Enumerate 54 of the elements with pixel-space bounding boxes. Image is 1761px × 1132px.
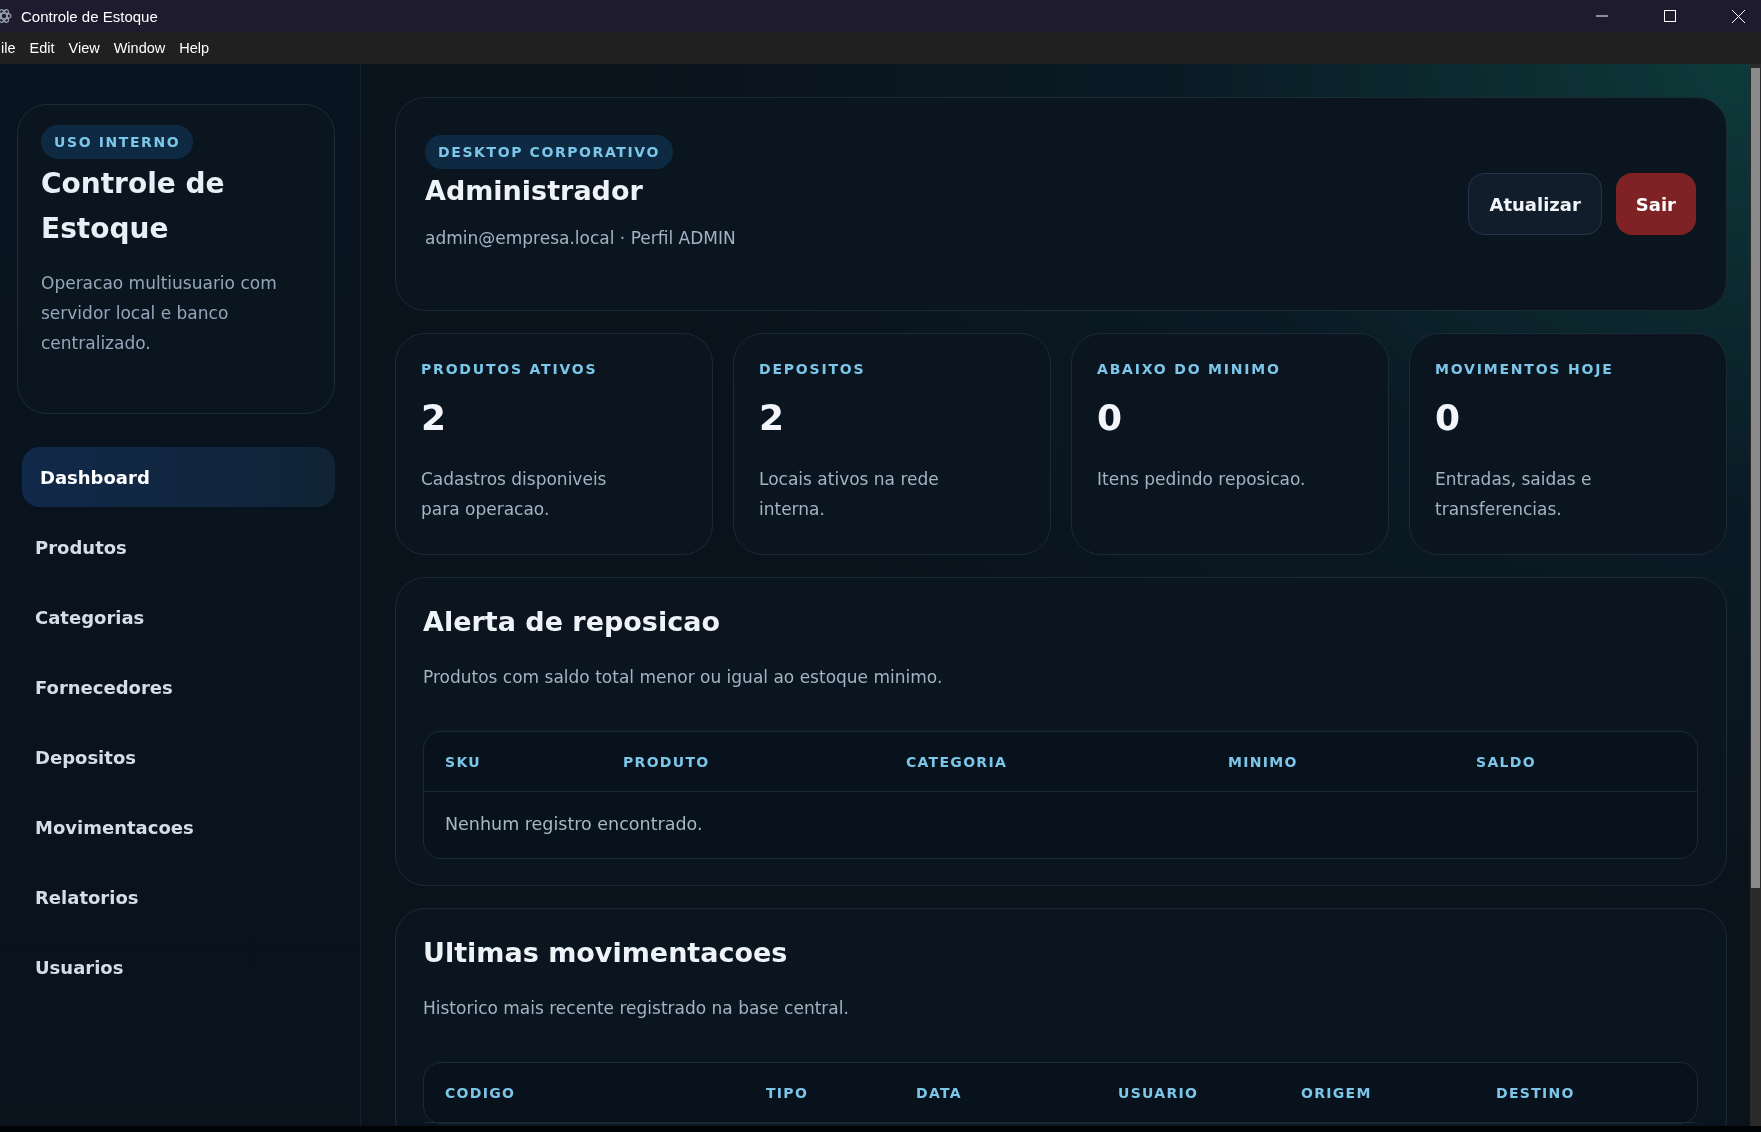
stat-description: Cadastros disponiveis para operacao. [421, 468, 608, 521]
nav-item[interactable]: Movimentacoes [22, 797, 335, 857]
badge: USO INTERNO [41, 125, 194, 159]
nav-item[interactable]: Fornecedores [22, 657, 335, 717]
menu-item[interactable]: ile [1, 40, 16, 56]
stat-description: Entradas, saidas e transferencias. [1435, 468, 1593, 521]
column-header: CATEGORIA [906, 753, 1009, 770]
column-header: DESTINO [1496, 1084, 1576, 1101]
user-details: admin@empresa.local · Perfil ADMIN [425, 227, 737, 248]
column-header: USUARIO [1118, 1084, 1200, 1101]
scrollbar[interactable] [1750, 64, 1761, 1126]
column-header: SALDO [1476, 753, 1537, 770]
stat-description: Itens pedindo reposicao. [1097, 468, 1307, 491]
nav-item[interactable]: Categorias [22, 587, 335, 647]
stat-value: 0 [1097, 397, 1124, 438]
empty-message: Nenhum registro encontrado. [444, 813, 704, 836]
stat-value: 2 [421, 397, 448, 438]
app-title: Controle de Estoque [41, 166, 226, 247]
menu-item[interactable]: Edit [29, 40, 55, 56]
nav-item[interactable]: Usuarios [22, 937, 335, 997]
stat-value: 0 [1435, 397, 1462, 438]
section-description: Historico mais recente registrado na base central. [423, 998, 850, 1018]
column-header: SKU [445, 753, 482, 770]
stat-label: DEPOSITOS [759, 361, 867, 377]
menu-item[interactable]: Window [113, 40, 166, 56]
stat-label: ABAIXO DO MINIMO [1097, 361, 1282, 377]
nav-item[interactable]: Depositos [22, 727, 335, 787]
column-header: MINIMO [1228, 753, 1299, 770]
column-header: ORIGEM [1301, 1084, 1373, 1101]
app-icon [0, 8, 12, 24]
section-description: Produtos com saldo total menor ou igual ao estoque minimo. [423, 667, 944, 687]
column-header: DATA [916, 1084, 963, 1101]
stat-label: PRODUTOS ATIVOS [421, 361, 599, 377]
menu-item[interactable]: Help [179, 40, 210, 56]
nav-item[interactable]: Relatorios [22, 867, 335, 927]
section-title: Alerta de reposicao [423, 606, 721, 637]
badge: DESKTOP CORPORATIVO [425, 134, 673, 169]
stat-value: 2 [759, 397, 786, 438]
refresh-button[interactable]: Atualizar [1468, 173, 1602, 235]
maximize-icon [1664, 10, 1676, 22]
stat-description: Locais ativos na rede interna. [759, 468, 940, 521]
column-header: TIPO [766, 1084, 810, 1101]
close-icon [1731, 9, 1745, 23]
logout-button[interactable]: Sair [1615, 173, 1696, 235]
app-description: Operacao multiusuario com servidor local e banco centralizado. [41, 272, 278, 355]
nav-item[interactable]: Produtos [22, 517, 335, 577]
column-header: PRODUTO [623, 753, 711, 770]
stat-label: MOVIMENTOS HOJE [1435, 361, 1615, 377]
window-title: Controle de Estoque [21, 7, 159, 25]
menu-item[interactable]: View [68, 40, 100, 56]
nav-item[interactable]: Dashboard [22, 447, 335, 507]
user-name: Administrador [425, 174, 644, 206]
column-header: CODIGO [445, 1084, 517, 1101]
section-title: Ultimas movimentacoes [423, 937, 789, 968]
